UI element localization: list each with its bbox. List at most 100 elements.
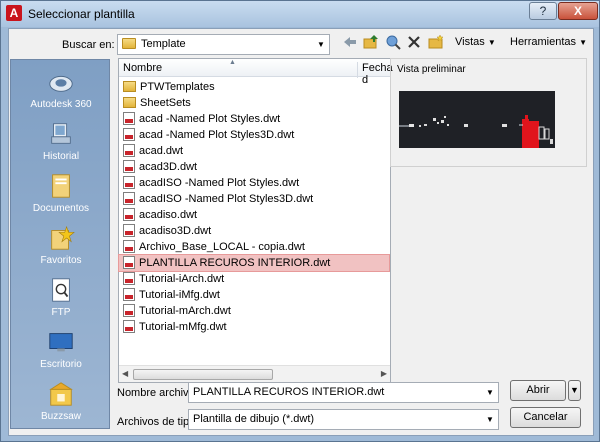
list-item[interactable]: SheetSets bbox=[119, 95, 389, 111]
dialog-window: A Seleccionar plantilla ? X Buscar en: T… bbox=[0, 0, 600, 442]
place-ftp[interactable]: FTP bbox=[11, 276, 111, 318]
file-name: acad -Named Plot Styles3D.dwt bbox=[139, 129, 295, 141]
look-in-label: Buscar en: bbox=[62, 39, 115, 51]
horizontal-scrollbar[interactable]: ◀ ▶ bbox=[119, 365, 390, 382]
tools-label: Herramientas bbox=[510, 36, 577, 48]
place-desktop[interactable]: Escritorio bbox=[11, 328, 111, 370]
list-item[interactable]: acad -Named Plot Styles3D.dwt bbox=[119, 127, 389, 143]
list-header: ▲ Nombre Fecha d bbox=[119, 59, 393, 86]
preview-panel: Vista preliminar bbox=[390, 58, 587, 167]
help-button[interactable]: ? bbox=[529, 2, 557, 20]
folder-icon bbox=[123, 97, 136, 108]
search-web-icon[interactable] bbox=[384, 34, 402, 52]
file-name: acadiso.dwt bbox=[139, 209, 198, 221]
dialog-body: Buscar en: Template ▼ Vistas ▼ Herramien… bbox=[8, 28, 594, 436]
folder-icon bbox=[122, 38, 136, 49]
file-name: acad3D.dwt bbox=[139, 161, 198, 173]
dwt-file-icon bbox=[123, 224, 135, 237]
list-item[interactable]: PTWTemplates bbox=[119, 79, 389, 95]
documents-icon bbox=[52, 174, 70, 198]
folder-icon bbox=[123, 81, 136, 92]
place-history[interactable]: Historial bbox=[11, 120, 111, 162]
list-item[interactable]: acadiso3D.dwt bbox=[119, 223, 389, 239]
file-name: PTWTemplates bbox=[140, 81, 215, 93]
chevron-down-icon[interactable]: ▼ bbox=[482, 410, 498, 429]
file-name: SheetSets bbox=[140, 97, 191, 109]
buzzsaw-icon bbox=[49, 382, 73, 406]
place-favorites[interactable]: Favoritos bbox=[11, 224, 111, 266]
file-name: Tutorial-iMfg.dwt bbox=[139, 289, 220, 301]
up-folder-icon[interactable] bbox=[362, 34, 380, 52]
place-autodesk-360[interactable]: Autodesk 360 bbox=[11, 68, 111, 110]
dwt-file-icon bbox=[123, 288, 135, 301]
place-buzzsaw[interactable]: Buzzsaw bbox=[11, 380, 111, 422]
autocad-app-icon: A bbox=[6, 5, 22, 21]
dwt-file-icon bbox=[123, 320, 135, 333]
dwt-file-icon bbox=[123, 128, 135, 141]
list-item[interactable]: Tutorial-mArch.dwt bbox=[119, 303, 389, 319]
scroll-left-icon[interactable]: ◀ bbox=[122, 369, 128, 378]
open-button[interactable]: Abrir bbox=[510, 380, 566, 401]
places-bar: Autodesk 360 Historial Documentos Favori… bbox=[10, 59, 110, 429]
file-name: acadISO -Named Plot Styles3D.dwt bbox=[139, 193, 314, 205]
file-name: acadISO -Named Plot Styles.dwt bbox=[139, 177, 300, 189]
desktop-icon bbox=[49, 333, 73, 352]
list-item[interactable]: acad -Named Plot Styles.dwt bbox=[119, 111, 389, 127]
title-bar[interactable]: A Seleccionar plantilla ? X bbox=[1, 1, 599, 27]
place-documents[interactable]: Documentos bbox=[11, 172, 111, 214]
open-options-chevron-icon[interactable]: ▼ bbox=[568, 380, 581, 401]
list-item[interactable]: Tutorial-iMfg.dwt bbox=[119, 287, 389, 303]
file-list[interactable]: ▲ Nombre Fecha d PTWTemplates SheetSets … bbox=[118, 58, 393, 383]
filetype-select[interactable]: Plantilla de dibujo (*.dwt) ▼ bbox=[188, 409, 499, 430]
favorites-icon bbox=[51, 225, 75, 250]
close-button[interactable]: X bbox=[558, 2, 598, 20]
place-label: Documentos bbox=[32, 203, 90, 214]
list-item[interactable]: acad.dwt bbox=[119, 143, 389, 159]
tools-menu[interactable]: Herramientas ▼ bbox=[510, 36, 587, 48]
look-in-value: Template bbox=[141, 38, 186, 50]
cancel-button[interactable]: Cancelar bbox=[510, 407, 581, 428]
scroll-right-icon[interactable]: ▶ bbox=[381, 369, 387, 378]
filetype-value: Plantilla de dibujo (*.dwt) bbox=[193, 413, 315, 425]
look-in-combo[interactable]: Template ▼ bbox=[117, 34, 330, 55]
history-icon bbox=[51, 123, 71, 144]
dwt-file-icon bbox=[123, 160, 135, 173]
scrollbar-thumb[interactable] bbox=[133, 369, 273, 380]
dwt-file-icon bbox=[123, 112, 135, 125]
list-item[interactable]: acadiso.dwt bbox=[119, 207, 389, 223]
list-item[interactable]: Tutorial-iArch.dwt bbox=[119, 271, 389, 287]
list-item[interactable]: Archivo_Base_LOCAL - copia.dwt bbox=[119, 239, 389, 255]
delete-icon[interactable] bbox=[405, 34, 423, 52]
views-menu[interactable]: Vistas ▼ bbox=[455, 36, 496, 48]
file-name: PLANTILLA RECUROS INTERIOR.dwt bbox=[139, 257, 331, 269]
column-header-date[interactable]: Fecha d bbox=[357, 62, 393, 86]
dwt-file-icon bbox=[123, 144, 135, 157]
file-rows: PTWTemplates SheetSets acad -Named Plot … bbox=[118, 79, 390, 335]
column-header-name[interactable]: Nombre bbox=[123, 62, 162, 74]
list-item-selected[interactable]: PLANTILLA RECUROS INTERIOR.dwt bbox=[118, 254, 390, 272]
list-item[interactable]: acadISO -Named Plot Styles3D.dwt bbox=[119, 191, 389, 207]
list-item[interactable]: acadISO -Named Plot Styles.dwt bbox=[119, 175, 389, 191]
filename-value: PLANTILLA RECUROS INTERIOR.dwt bbox=[193, 386, 385, 398]
place-label: Autodesk 360 bbox=[30, 99, 92, 110]
chevron-down-icon[interactable]: ▼ bbox=[482, 383, 498, 402]
preview-label: Vista preliminar bbox=[397, 64, 466, 75]
place-label: Favoritos bbox=[40, 255, 82, 266]
list-item[interactable]: Tutorial-mMfg.dwt bbox=[119, 319, 389, 335]
place-label: Historial bbox=[42, 151, 80, 162]
filename-input[interactable]: PLANTILLA RECUROS INTERIOR.dwt ▼ bbox=[188, 382, 499, 403]
new-folder-icon[interactable] bbox=[427, 34, 445, 52]
dwt-file-icon bbox=[123, 272, 135, 285]
drawing-preview-image bbox=[399, 91, 555, 148]
filetype-label: Archivos de tipo: bbox=[117, 416, 199, 428]
dwt-file-icon bbox=[123, 208, 135, 221]
back-icon[interactable] bbox=[341, 34, 359, 52]
file-name: Archivo_Base_LOCAL - copia.dwt bbox=[139, 241, 305, 253]
views-label: Vistas bbox=[455, 36, 485, 48]
chevron-down-icon[interactable]: ▼ bbox=[313, 35, 329, 54]
dialog-title: Seleccionar plantilla bbox=[28, 7, 135, 21]
dwt-file-icon bbox=[123, 304, 135, 317]
file-name: Tutorial-iArch.dwt bbox=[139, 273, 225, 285]
list-item[interactable]: acad3D.dwt bbox=[119, 159, 389, 175]
file-name: Tutorial-mArch.dwt bbox=[139, 305, 231, 317]
